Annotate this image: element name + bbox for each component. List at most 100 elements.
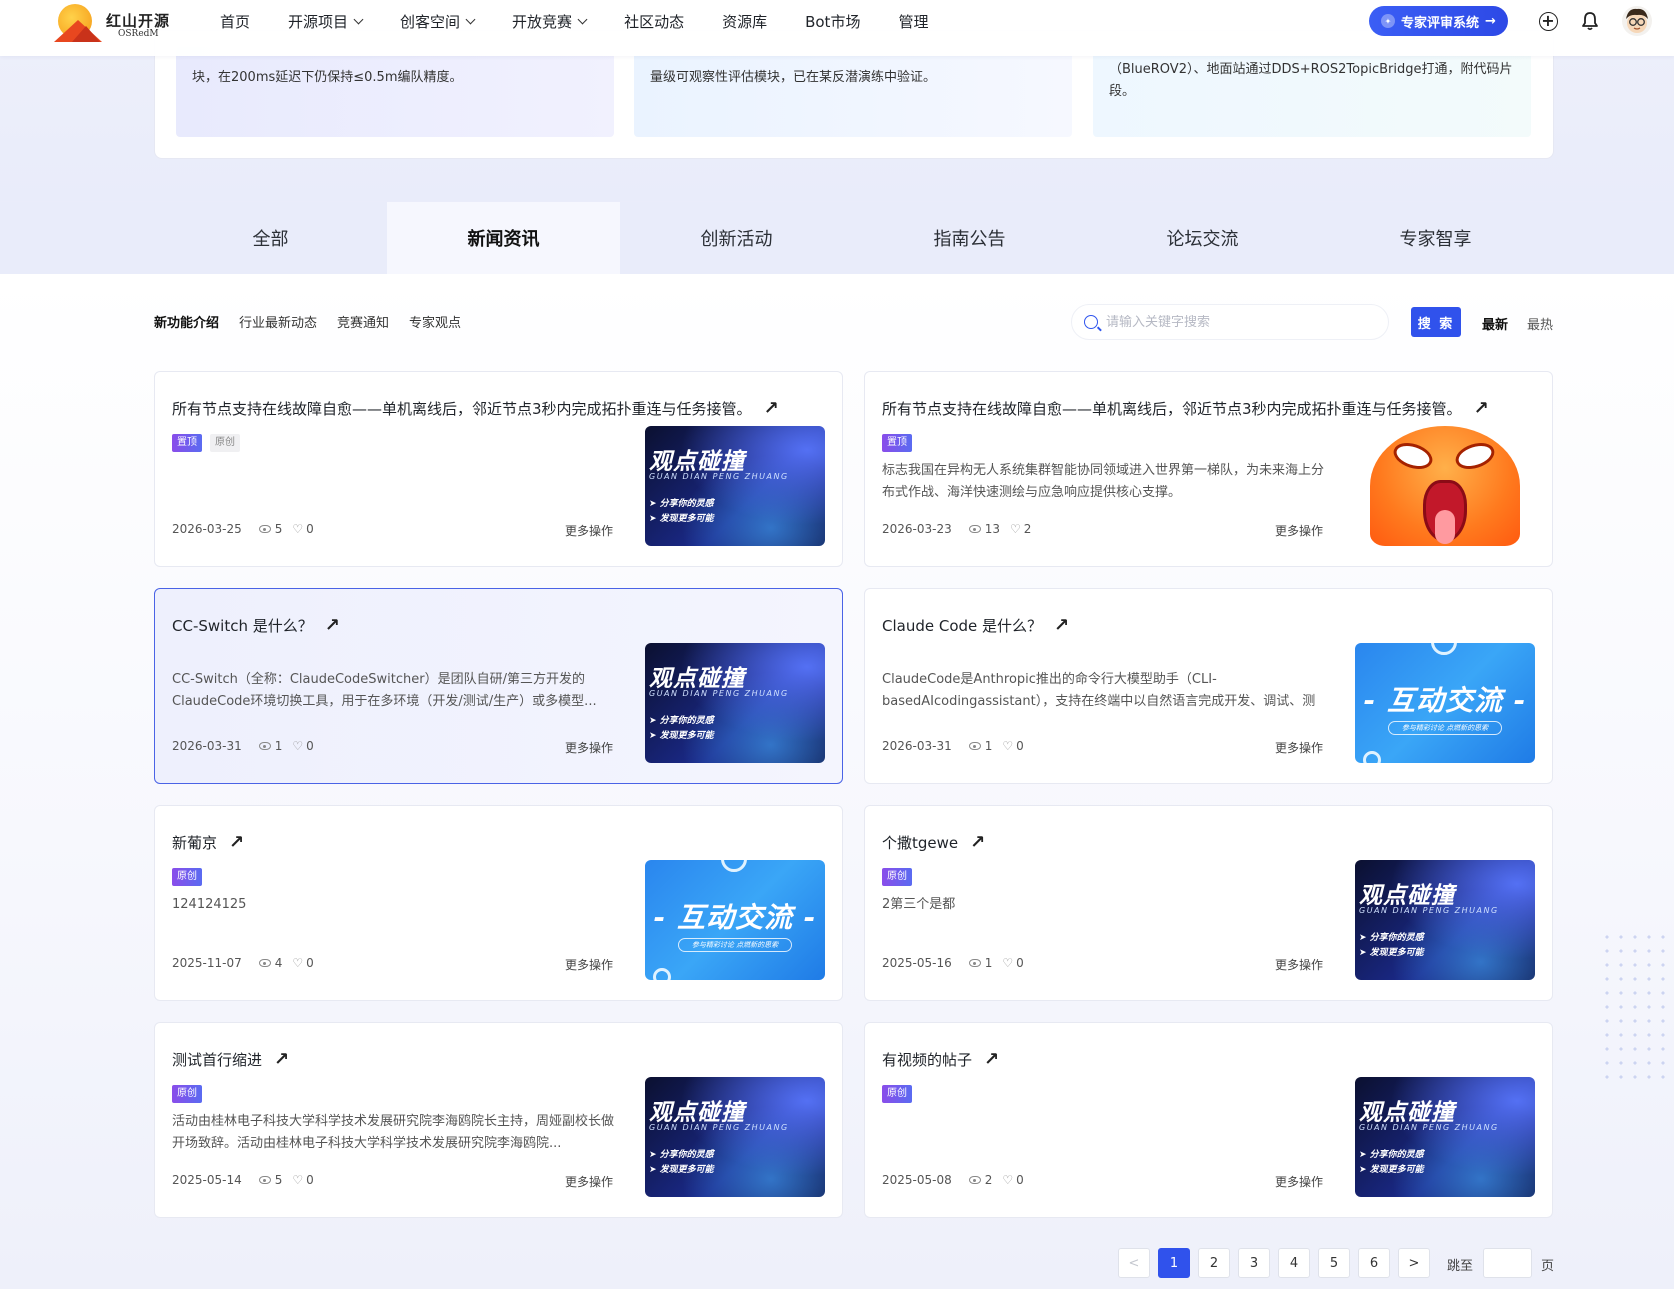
plus-circle-icon: + bbox=[1538, 11, 1558, 31]
post-card[interactable]: 所有节点支持在线故障自愈——单机离线后，邻近节点3秒内完成拓扑重连与任务接管。 ↗… bbox=[154, 371, 843, 567]
post-excerpt: CC-Switch（全称：ClaudeCodeSwitcher）是团队自研/第三… bbox=[172, 672, 597, 709]
post-thumbnail[interactable]: 观点碰撞 GUAN DIAN PENG ZHUANG ➤ 分享你的灵感 ➤ 发现更多可… bbox=[645, 426, 825, 546]
add-button[interactable]: + bbox=[1537, 10, 1559, 32]
more-actions-button[interactable]: 更多操作 bbox=[1275, 956, 1323, 973]
post-thumbnail[interactable]: - 互动交流 - 参与精彩讨论 点燃新的思索 bbox=[1355, 643, 1535, 763]
next-page-button[interactable]: > bbox=[1398, 1248, 1430, 1278]
external-link-arrow-icon[interactable]: ↗ bbox=[764, 399, 779, 418]
page-number-button[interactable]: 3 bbox=[1238, 1248, 1270, 1278]
post-card[interactable]: Claude Code 是什么？ ↗ ClaudeCode是Anthropic推出的… bbox=[864, 588, 1553, 784]
site-logo[interactable]: 红山开源 OSRedM bbox=[54, 4, 174, 48]
external-link-arrow-icon[interactable]: ↗ bbox=[274, 1050, 289, 1069]
original-badge: 原创 bbox=[210, 434, 240, 452]
nav-item[interactable]: 资源库 bbox=[722, 11, 767, 32]
post-title[interactable]: 所有节点支持在线故障自愈——单机离线后，邻近节点3秒内完成拓扑重连与任务接管。 ↗ bbox=[882, 398, 1489, 419]
post-title[interactable]: 有视频的帖子 ↗ bbox=[882, 1049, 999, 1070]
sub-filter-item[interactable]: 行业最新动态 bbox=[239, 312, 317, 331]
more-actions-button[interactable]: 更多操作 bbox=[565, 522, 613, 539]
nav-item[interactable]: 管理 bbox=[898, 11, 928, 32]
more-actions-button[interactable]: 更多操作 bbox=[565, 1173, 613, 1190]
top-navbar: 红山开源 OSRedM 首页 开源项目 创客空间 开放竞赛 社区动态 资源库 Bot市场 管理… bbox=[0, 0, 1674, 56]
tab-item[interactable]: 创新活动 bbox=[620, 202, 853, 274]
prev-page-button[interactable]: < bbox=[1118, 1248, 1150, 1278]
thumbnail-line: ➤ 发现更多可能 bbox=[649, 731, 714, 741]
more-actions-button[interactable]: 更多操作 bbox=[1275, 522, 1323, 539]
tab-item[interactable]: 论坛交流 bbox=[1086, 202, 1319, 274]
external-link-arrow-icon[interactable]: ↗ bbox=[1054, 616, 1069, 635]
nav-item[interactable]: 创客空间 bbox=[400, 11, 476, 32]
sort-latest[interactable]: 最新 bbox=[1482, 314, 1508, 333]
more-actions-button[interactable]: 更多操作 bbox=[1275, 1173, 1323, 1190]
featured-card[interactable]: （BlueROV2）、地面站通过DDS+ROS2TopicBridge打通，附代… bbox=[1093, 47, 1531, 137]
external-link-arrow-icon[interactable]: ↗ bbox=[325, 616, 340, 635]
external-link-arrow-icon[interactable]: ↗ bbox=[1474, 399, 1489, 418]
external-link-arrow-icon[interactable]: ↗ bbox=[970, 833, 985, 852]
post-thumbnail[interactable] bbox=[1355, 426, 1535, 546]
tab-item[interactable]: 专家智享 bbox=[1319, 202, 1552, 274]
notification-button[interactable] bbox=[1579, 10, 1601, 32]
post-card[interactable]: 有视频的帖子 ↗ 原创 2025-05-08 2 ♡ 0 更多操作 观点碰撞 GUAN DIAN … bbox=[864, 1022, 1553, 1218]
post-date: 2025-05-08 bbox=[882, 1173, 952, 1187]
sub-filter-item[interactable]: 竞赛通知 bbox=[337, 312, 389, 331]
post-tags: 置顶 bbox=[882, 434, 912, 452]
more-actions-button[interactable]: 更多操作 bbox=[565, 739, 613, 756]
post-thumbnail[interactable]: 观点碰撞 GUAN DIAN PENG ZHUANG ➤ 分享你的灵感 ➤ 发现更多可… bbox=[1355, 860, 1535, 980]
decorative-ring-icon bbox=[721, 860, 747, 872]
expert-review-button[interactable]: ✦ 专家评审系统 → bbox=[1369, 6, 1508, 36]
more-actions-button[interactable]: 更多操作 bbox=[565, 956, 613, 973]
user-avatar[interactable] bbox=[1622, 6, 1652, 36]
page-number-button[interactable]: 5 bbox=[1318, 1248, 1350, 1278]
post-card[interactable]: 新葡京 ↗ 原创 124124125 2025-11-07 4 ♡ 0 更多操作 - 互动交流 -… bbox=[154, 805, 843, 1001]
post-card[interactable]: 个撒tgewe ↗ 原创 2第三个是都 2025-05-16 1 ♡ 0 更多操作 观点碰撞 GUA… bbox=[864, 805, 1553, 1001]
sub-filter-item[interactable]: 专家观点 bbox=[409, 312, 461, 331]
search-box bbox=[1071, 304, 1389, 340]
post-title[interactable]: CC-Switch 是什么？ ↗ bbox=[172, 615, 340, 636]
post-thumbnail[interactable]: 观点碰撞 GUAN DIAN PENG ZHUANG ➤ 分享你的灵感 ➤ 发现更多可… bbox=[645, 1077, 825, 1197]
main-nav: 首页 开源项目 创客空间 开放竞赛 社区动态 资源库 Bot市场 管理 bbox=[220, 0, 966, 42]
search-button[interactable]: 搜 索 bbox=[1411, 307, 1461, 337]
page-number-button[interactable]: 1 bbox=[1158, 1248, 1190, 1278]
featured-card[interactable]: 量级可观察性评估模块，已在某反潜演练中验证。 bbox=[634, 47, 1072, 137]
post-date: 2025-05-14 bbox=[172, 1173, 242, 1187]
nav-item[interactable]: 开源项目 bbox=[288, 11, 364, 32]
thumbnail-line: ➤ 发现更多可能 bbox=[1359, 948, 1424, 958]
post-card[interactable]: CC-Switch 是什么？ ↗ CC-Switch（全称：ClaudeCodeSw… bbox=[154, 588, 843, 784]
post-card[interactable]: 测试首行缩进 ↗ 原创 活动由桂林电子科技大学科学技术发展研究院李海鸥院长主持，周娅副… bbox=[154, 1022, 843, 1218]
heart-icon: ♡ bbox=[292, 739, 304, 753]
post-excerpt: 2第三个是都 bbox=[882, 897, 956, 912]
shield-icon: ✦ bbox=[1381, 14, 1396, 28]
page-number-button[interactable]: 6 bbox=[1358, 1248, 1390, 1278]
post-title-text: 测试首行缩进 bbox=[172, 1051, 263, 1069]
external-link-arrow-icon[interactable]: ↗ bbox=[984, 1050, 999, 1069]
tab-item[interactable]: 新闻资讯 bbox=[387, 202, 620, 274]
sub-filter-item[interactable]: 新功能介绍 bbox=[154, 312, 219, 331]
page-number-button[interactable]: 4 bbox=[1278, 1248, 1310, 1278]
post-thumbnail[interactable]: 观点碰撞 GUAN DIAN PENG ZHUANG ➤ 分享你的灵感 ➤ 发现更多可… bbox=[1355, 1077, 1535, 1197]
thumbnail-pinyin: GUAN DIAN PENG ZHUANG bbox=[1359, 1123, 1499, 1132]
thumbnail-pinyin: GUAN DIAN PENG ZHUANG bbox=[649, 1123, 789, 1132]
post-thumbnail[interactable]: - 互动交流 - 参与精彩讨论 点燃新的思索 bbox=[645, 860, 825, 980]
post-card[interactable]: 所有节点支持在线故障自愈——单机离线后，邻近节点3秒内完成拓扑重连与任务接管。 ↗… bbox=[864, 371, 1553, 567]
tab-item[interactable]: 指南公告 bbox=[853, 202, 1086, 274]
jump-page-input[interactable] bbox=[1483, 1248, 1532, 1278]
post-title[interactable]: 所有节点支持在线故障自愈——单机离线后，邻近节点3秒内完成拓扑重连与任务接管。 ↗ bbox=[172, 398, 779, 419]
post-title[interactable]: 测试首行缩进 ↗ bbox=[172, 1049, 289, 1070]
featured-card[interactable]: 块，在200ms延迟下仍保持≤0.5m编队精度。 bbox=[176, 47, 614, 137]
nav-item[interactable]: 开放竞赛 bbox=[512, 11, 588, 32]
page-number-button[interactable]: 2 bbox=[1198, 1248, 1230, 1278]
thumbnail-line: ➤ 分享你的灵感 bbox=[649, 1150, 714, 1160]
post-tags: 原创 bbox=[172, 1085, 202, 1103]
nav-item[interactable]: 首页 bbox=[220, 11, 250, 32]
sort-hottest[interactable]: 最热 bbox=[1527, 314, 1553, 333]
like-count: ♡ 0 bbox=[292, 956, 313, 970]
post-title[interactable]: 新葡京 ↗ bbox=[172, 832, 244, 853]
post-thumbnail[interactable]: 观点碰撞 GUAN DIAN PENG ZHUANG ➤ 分享你的灵感 ➤ 发现更多可… bbox=[645, 643, 825, 763]
more-actions-button[interactable]: 更多操作 bbox=[1275, 739, 1323, 756]
post-title[interactable]: Claude Code 是什么？ ↗ bbox=[882, 615, 1069, 636]
tab-item[interactable]: 全部 bbox=[154, 202, 387, 274]
post-title[interactable]: 个撒tgewe ↗ bbox=[882, 832, 985, 853]
search-input[interactable] bbox=[1106, 314, 1376, 330]
nav-item[interactable]: 社区动态 bbox=[624, 11, 684, 32]
nav-item[interactable]: Bot市场 bbox=[805, 11, 860, 32]
external-link-arrow-icon[interactable]: ↗ bbox=[229, 833, 244, 852]
